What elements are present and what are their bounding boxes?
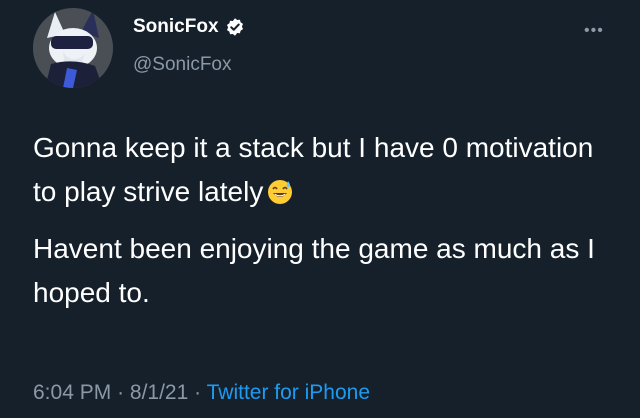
author-display-name[interactable]: SonicFox (133, 16, 219, 38)
author-handle[interactable]: @SonicFox (133, 54, 232, 76)
avatar-image (33, 8, 113, 88)
avatar[interactable] (33, 8, 113, 88)
tweet-time[interactable]: 6:04 PM (33, 381, 111, 404)
tweet-meta: 6:04 PM · 8/1/21 · Twitter for iPhone (33, 381, 370, 405)
meta-separator-1: · (117, 381, 125, 404)
more-icon[interactable]: ••• (584, 22, 604, 40)
tweet-date[interactable]: 8/1/21 (130, 381, 188, 404)
verified-badge-icon (226, 18, 243, 36)
tweet-text: Gonna keep it a stack but I have 0 motiv… (33, 126, 613, 315)
grinning-sweat-emoji (268, 180, 293, 204)
author-name-row[interactable]: SonicFox (133, 16, 245, 38)
tweet-paragraph-1: Gonna keep it a stack but I have 0 motiv… (33, 126, 613, 214)
tweet-source-link[interactable]: Twitter for iPhone (207, 381, 370, 404)
meta-separator-2: · (194, 381, 202, 404)
tweet-paragraph-1-text: Gonna keep it a stack but I have 0 motiv… (33, 132, 594, 207)
tweet-paragraph-2: Havent been enjoying the game as much as… (33, 233, 595, 308)
